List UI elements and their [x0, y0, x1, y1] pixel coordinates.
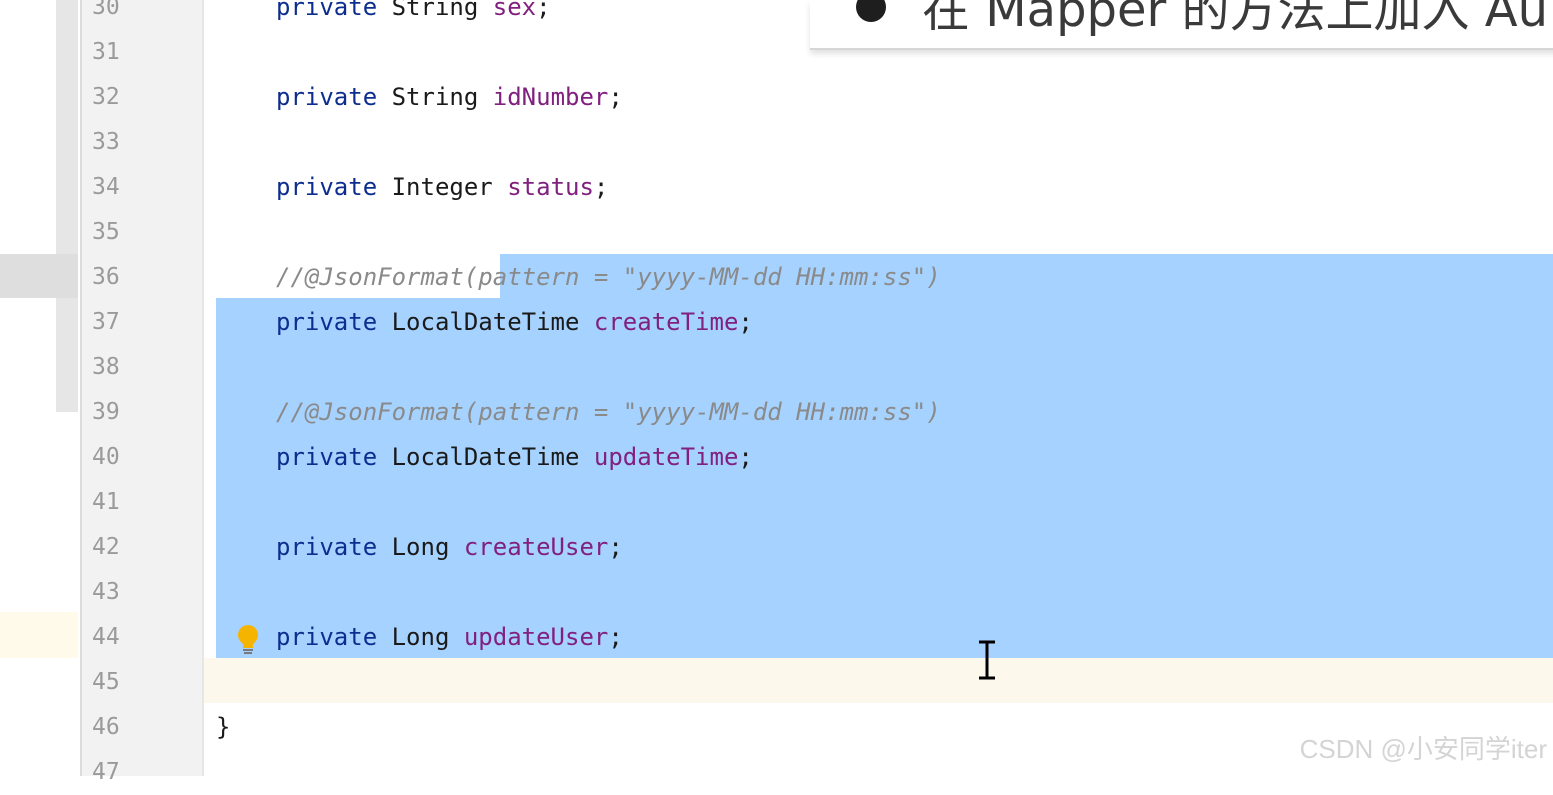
left-caret-marker	[0, 612, 78, 658]
field-name: createTime	[593, 308, 739, 336]
type-name: LocalDateTime	[391, 308, 580, 336]
line-number: 36	[92, 264, 120, 290]
line-number: 42	[92, 534, 120, 560]
keyword: private	[276, 623, 378, 651]
lightbulb-icon[interactable]	[234, 624, 262, 656]
line-number: 40	[92, 444, 120, 470]
line-number: 44	[92, 624, 120, 650]
code-line[interactable]: private Integer status;	[276, 165, 608, 210]
field-name: createUser	[463, 533, 609, 561]
line-number: 30	[92, 0, 120, 20]
semicolon: ;	[536, 0, 551, 21]
line-number: 38	[92, 354, 120, 380]
line-number: 37	[92, 309, 120, 335]
code-comment[interactable]: //@JsonFormat(pattern = "yyyy-MM-dd HH:m…	[276, 390, 941, 435]
code-line[interactable]: private String idNumber;	[276, 75, 623, 120]
field-name: updateTime	[593, 443, 739, 471]
type-name: Long	[391, 623, 450, 651]
semicolon: ;	[608, 623, 623, 651]
bullet-icon	[856, 0, 886, 22]
line-number: 46	[92, 714, 120, 740]
line-number: 34	[92, 174, 120, 200]
line-number: 41	[92, 489, 120, 515]
line-number: 39	[92, 399, 120, 425]
semicolon: ;	[608, 83, 623, 111]
keyword: private	[276, 308, 378, 336]
type-name: String	[391, 83, 479, 111]
popup-text: 在 Mapper 的方法上加入 Au	[922, 0, 1549, 38]
keyword: private	[276, 0, 378, 21]
code-line[interactable]: private LocalDateTime updateTime;	[276, 435, 753, 480]
line-number: 31	[92, 39, 120, 65]
line-number: 33	[92, 129, 120, 155]
keyword: private	[276, 533, 378, 561]
type-name: Long	[391, 533, 450, 561]
slide-popup: 在 Mapper 的方法上加入 Au	[810, 0, 1553, 50]
type-name: String	[391, 0, 479, 21]
code-line[interactable]: private LocalDateTime createTime;	[276, 300, 753, 345]
line-number: 32	[92, 84, 120, 110]
left-highlight-marker	[0, 254, 78, 298]
line-number: 45	[92, 669, 120, 695]
line-number: 47	[92, 759, 120, 785]
code-line[interactable]: private Long createUser;	[276, 525, 623, 570]
field-name: updateUser	[463, 623, 609, 651]
line-number: 35	[92, 219, 120, 245]
field-name: idNumber	[492, 83, 609, 111]
type-name: LocalDateTime	[391, 443, 580, 471]
text-cursor-icon	[979, 640, 995, 680]
code-comment[interactable]: //@JsonFormat(pattern = "yyyy-MM-dd HH:m…	[276, 255, 941, 300]
field-name: sex	[492, 0, 537, 21]
watermark: CSDN @小安同学iter	[1299, 734, 1547, 764]
current-line-highlight	[204, 658, 1553, 703]
semicolon: ;	[593, 173, 609, 201]
semicolon: ;	[738, 443, 753, 471]
field-name: status	[507, 173, 594, 201]
type-name: Integer	[391, 173, 493, 201]
closing-brace: }	[216, 713, 231, 741]
keyword: private	[276, 443, 378, 471]
code-line[interactable]: private Long updateUser;	[276, 615, 623, 660]
code-line[interactable]: private String sex;	[276, 0, 551, 30]
line-number: 43	[92, 579, 120, 605]
keyword: private	[276, 83, 378, 111]
left-scrollbar[interactable]	[56, 0, 78, 412]
semicolon: ;	[608, 533, 623, 561]
keyword: private	[276, 173, 378, 201]
semicolon: ;	[738, 308, 753, 336]
